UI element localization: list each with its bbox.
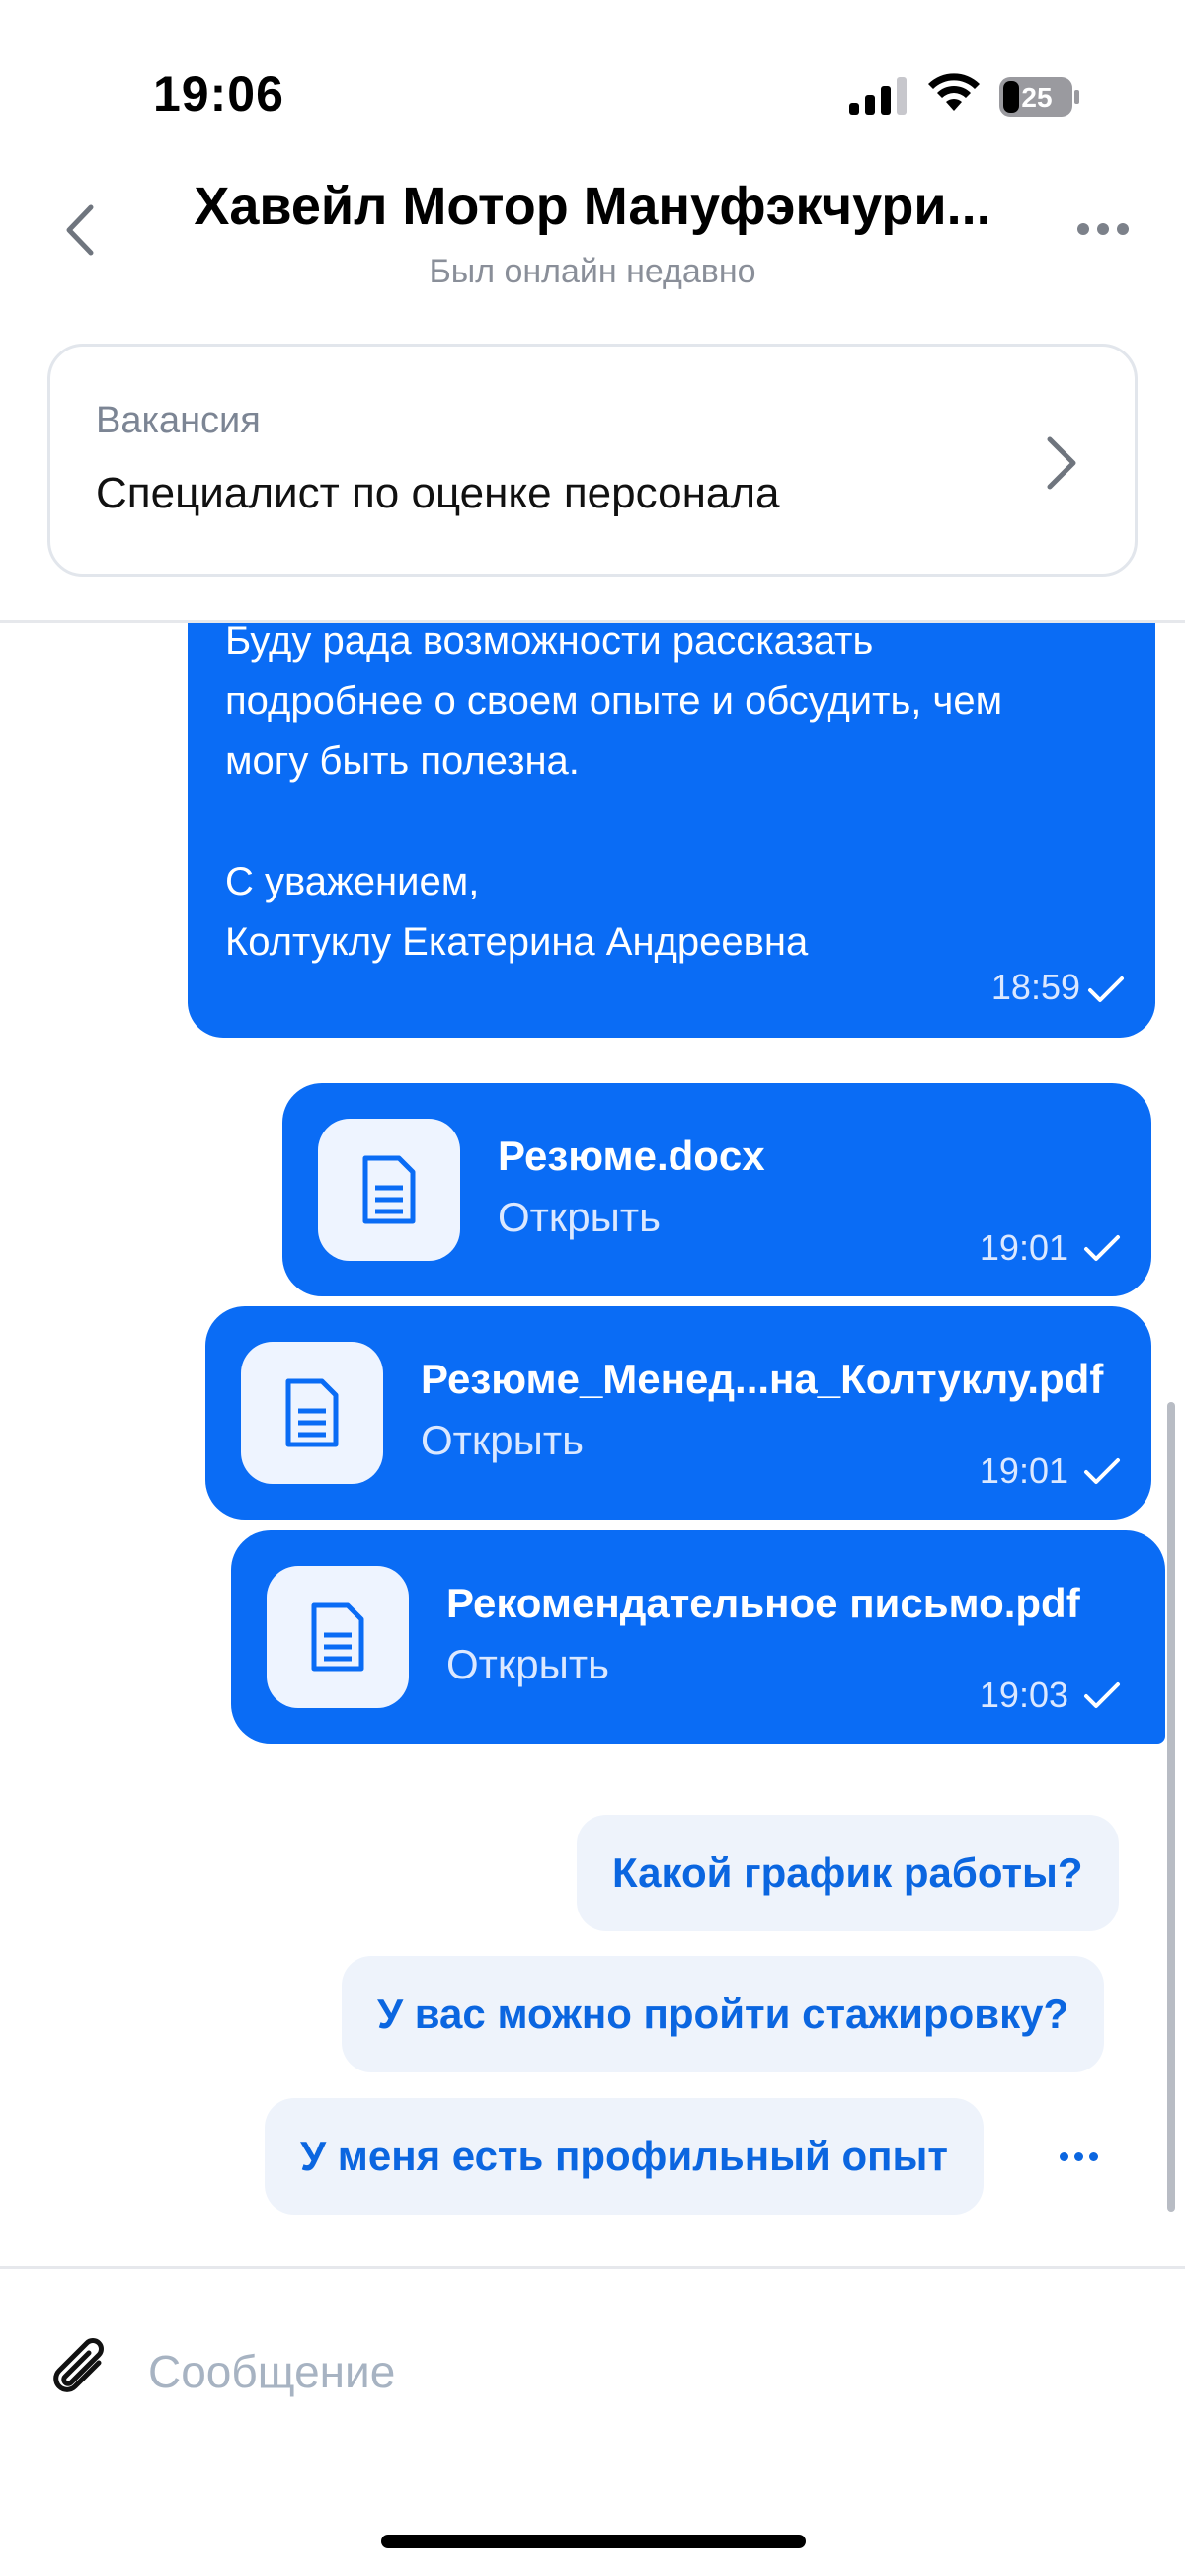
scrollbar[interactable] [1167,1402,1175,2212]
message-line: подробнее о своем опыте и обсудить, чем [225,679,1003,723]
message-time: 18:59 [990,967,1080,1007]
more-dot-icon [1077,223,1089,235]
more-dot-icon [1073,2151,1083,2161]
back-button[interactable] [55,197,105,263]
more-dot-icon [1088,2151,1098,2161]
status-time: 19:06 [153,66,284,121]
more-suggestions-button[interactable] [1059,2137,1098,2176]
document-icon [318,1119,460,1261]
status-bar: 19:06 25 [0,0,1185,188]
chevron-left-icon [66,204,94,256]
file-message-resume-pdf[interactable]: Резюме_Менед...на_Колтуклу.pdf Открыть 1… [205,1306,1151,1520]
message-line: Буду рада возможности рассказать [225,623,874,663]
battery-level: 25 [1021,82,1052,113]
message-line: Колтуклу Екатерина Андреевна [225,920,809,964]
suggestion-chip-experience[interactable]: У меня есть профильный опыт [265,2098,984,2215]
document-icon [241,1342,383,1484]
message-time: 19:01 [979,1450,1068,1491]
checkmark-icon [1084,1458,1120,1484]
more-dot-icon [1059,2151,1068,2161]
battery-icon: 25 [999,77,1080,117]
file-name: Рекомендательное письмо.pdf [446,1580,1080,1626]
file-name: Резюме.docx [498,1132,765,1179]
suggestion-chip-internship[interactable]: У вас можно пройти стажировку? [342,1956,1105,2072]
document-icon [267,1566,409,1708]
message-line: С уважением, [225,860,480,903]
chevron-right-icon [1047,436,1076,490]
vacancy-title: Специалист по оценке персонала [96,469,780,517]
input-divider [0,2266,1185,2269]
cellular-signal-icon [849,77,907,115]
attach-button[interactable] [47,2335,118,2406]
checkmark-icon [1084,1682,1120,1708]
message-input[interactable] [148,2332,1096,2411]
wifi-icon [928,73,980,111]
message-time: 19:01 [979,1227,1068,1268]
more-dot-icon [1097,223,1109,235]
more-options-button[interactable] [1068,207,1138,251]
file-open-link[interactable]: Открыть [498,1194,661,1241]
checkmark-icon [1088,976,1124,1002]
checkmark-icon [1084,1235,1120,1261]
message-time: 19:03 [979,1675,1068,1715]
message-line: могу быть полезна. [225,740,580,783]
vacancy-label: Вакансия [96,400,261,441]
file-open-link[interactable]: Открыть [446,1641,609,1688]
home-indicator [381,2535,806,2548]
more-dot-icon [1117,223,1129,235]
file-message-resume-docx[interactable]: Резюме.docx Открыть 19:01 [282,1083,1151,1296]
suggestion-chip-schedule[interactable]: Какой график работы? [577,1815,1119,1931]
file-name: Резюме_Менед...на_Колтуклу.pdf [421,1356,1104,1402]
file-open-link[interactable]: Открыть [421,1417,584,1464]
message-bubble-text[interactable]: Буду рада возможности рассказать подробн… [188,623,1155,1038]
chat-title: Хавейл Мотор Мануфэкчури... [194,177,991,236]
vacancy-card[interactable]: Вакансия Специалист по оценке персонала [47,344,1138,577]
file-message-recommendation-pdf[interactable]: Рекомендательное письмо.pdf Открыть 19:0… [231,1530,1165,1744]
chat-status: Был онлайн недавно [429,253,756,290]
paperclip-icon [53,2338,104,2392]
